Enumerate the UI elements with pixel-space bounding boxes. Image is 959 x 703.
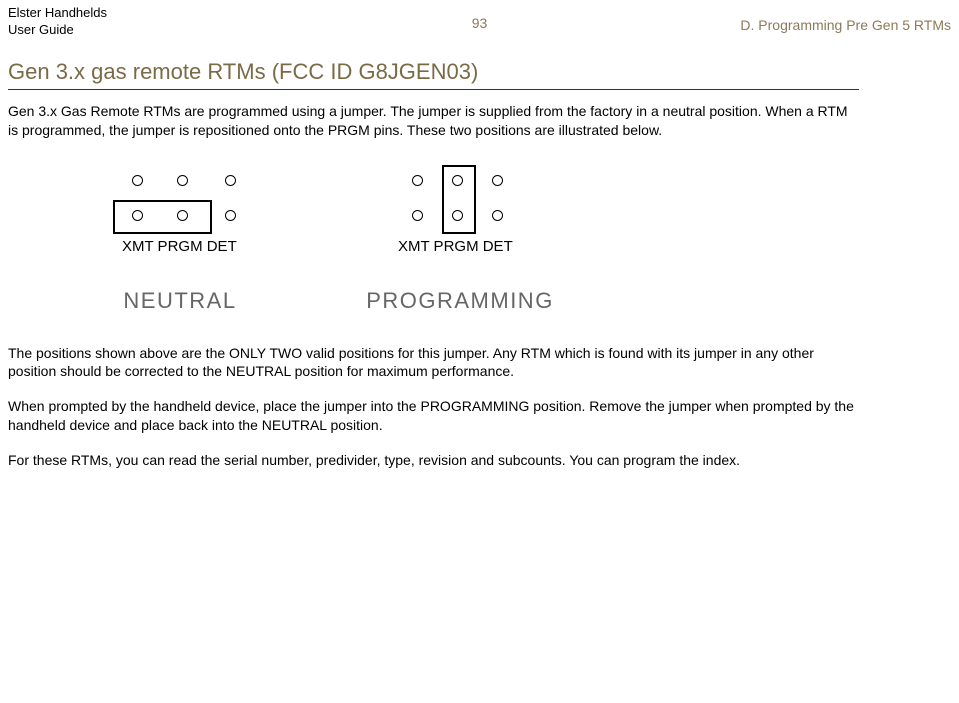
pin-icon [177,210,188,221]
pin-icon [492,210,503,221]
neutral-pin-area: XMT PRGM DET [80,160,280,270]
section-label: D. Programming Pre Gen 5 RTMs [740,5,951,33]
pin-icon [225,210,236,221]
pin-icon [225,175,236,186]
programming-pin-area: XMT PRGM DET [360,160,560,270]
pin-icon [452,210,463,221]
page-number: 93 [472,15,488,31]
pin-icon [177,175,188,186]
product-name: Elster Handhelds [8,5,107,22]
pin-icon [492,175,503,186]
programming-instruction-paragraph: When prompted by the handheld device, pl… [8,397,859,435]
jumper-neutral-icon [113,200,212,234]
pin-icon [452,175,463,186]
guide-label: User Guide [8,22,107,39]
page-header: Elster Handhelds User Guide 93 D. Progra… [0,0,959,39]
pin-labels-text: XMT PRGM DET [398,238,513,255]
programming-caption: PROGRAMMING [360,288,560,314]
pin-icon [412,175,423,186]
pin-icon [412,210,423,221]
title-underline [8,89,859,90]
neutral-caption: NEUTRAL [80,288,280,314]
section-title: Gen 3.x gas remote RTMs (FCC ID G8JGEN03… [8,59,951,85]
neutral-diagram: XMT PRGM DET NEUTRAL [80,160,280,314]
capabilities-paragraph: For these RTMs, you can read the serial … [8,451,859,470]
positions-note-paragraph: The positions shown above are the ONLY T… [8,344,859,382]
pin-icon [132,210,143,221]
intro-paragraph: Gen 3.x Gas Remote RTMs are programmed u… [8,102,859,140]
pin-icon [132,175,143,186]
pin-labels-text: XMT PRGM DET [122,238,237,255]
header-left-block: Elster Handhelds User Guide [8,5,107,39]
jumper-diagram: XMT PRGM DET NEUTRAL XMT PRGM DET PROGRA… [80,160,959,314]
programming-diagram: XMT PRGM DET PROGRAMMING [360,160,560,314]
